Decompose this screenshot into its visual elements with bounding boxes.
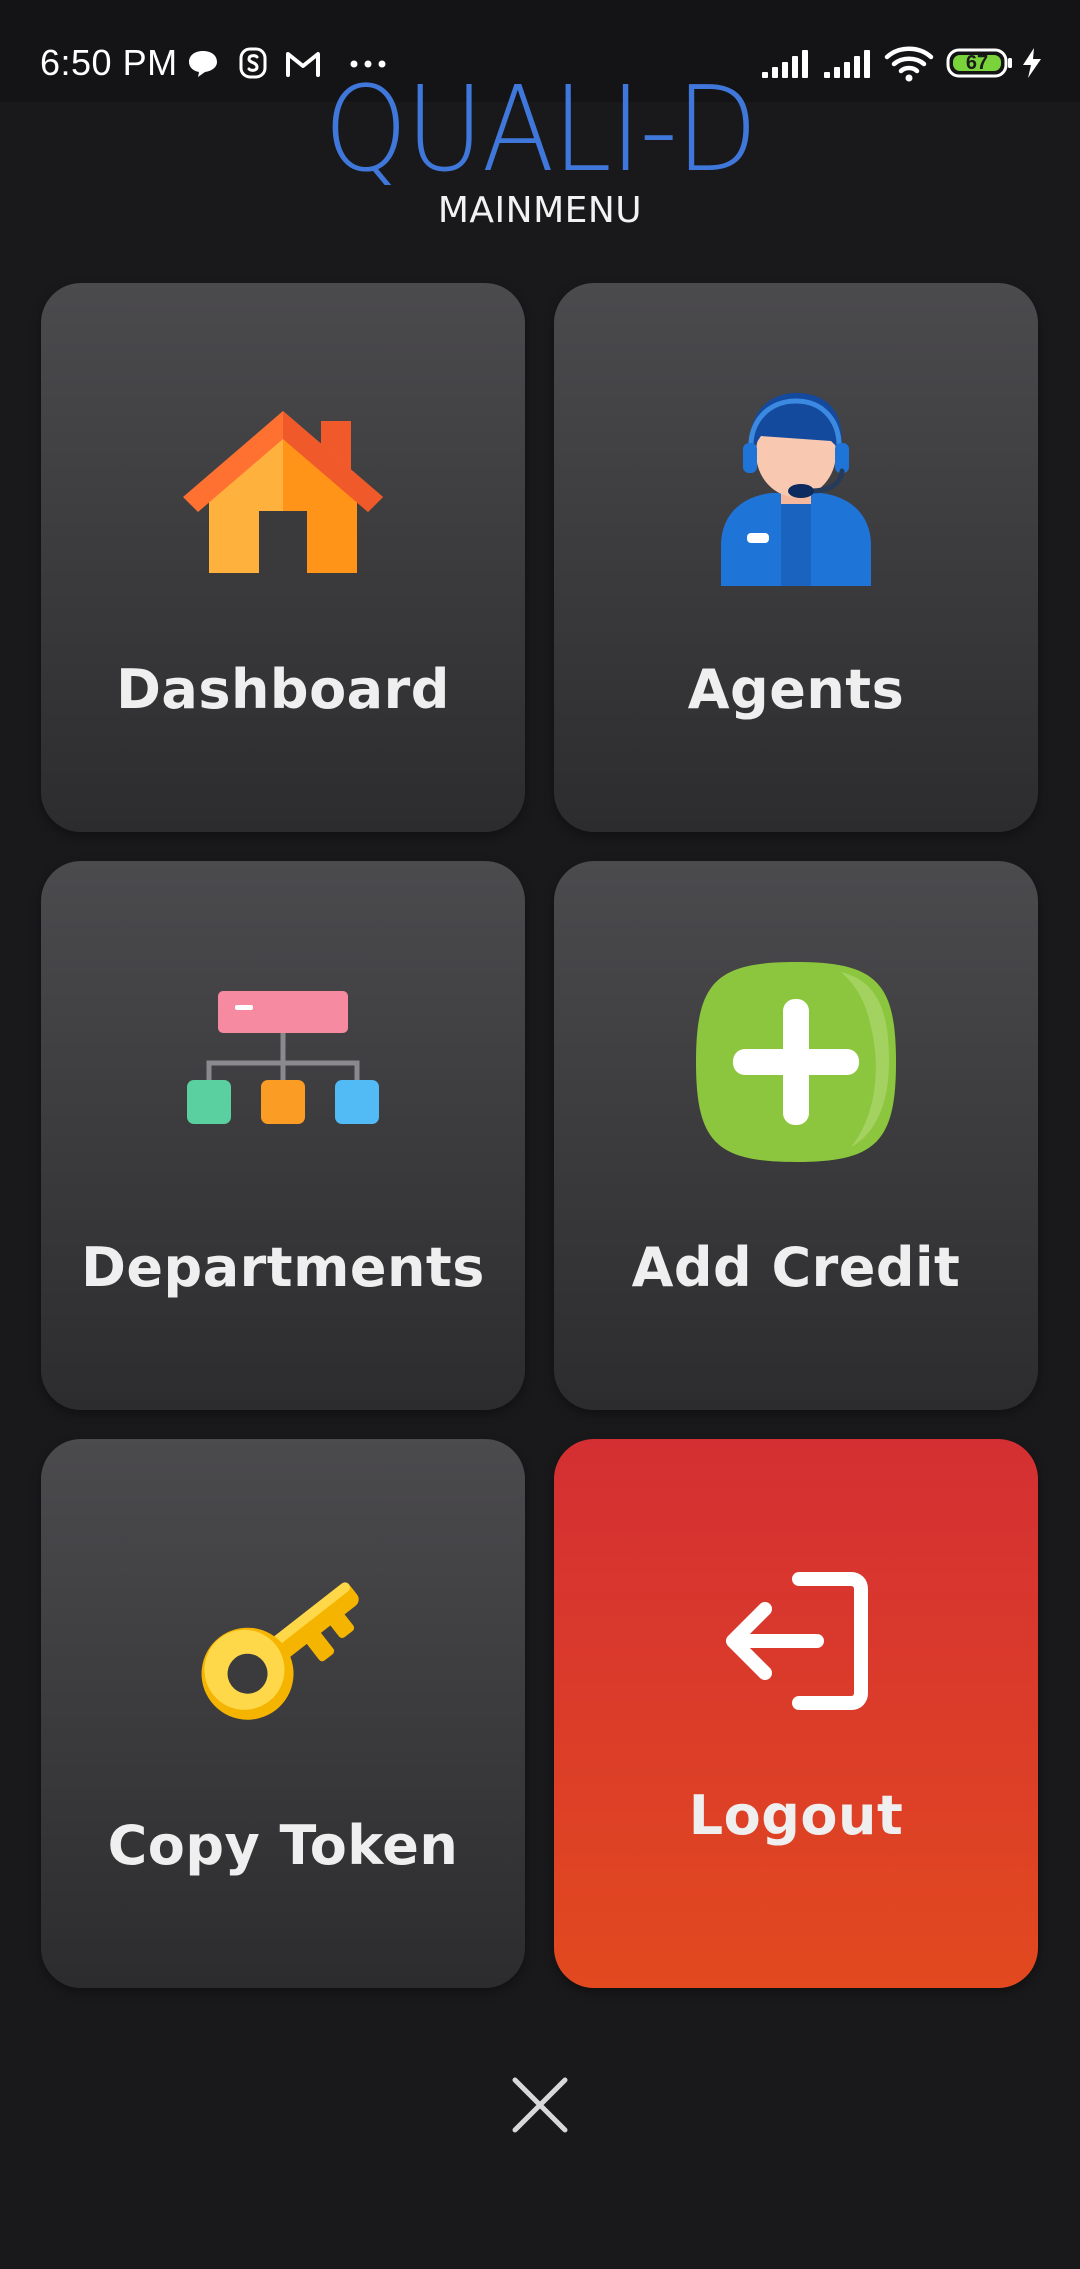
org-chart-icon <box>187 991 379 1124</box>
key-icon <box>201 1582 359 1720</box>
add-credit-tile[interactable]: Add Credit <box>554 861 1038 1410</box>
app-logo: QUALI-D <box>324 60 758 198</box>
support-agent-icon <box>721 393 871 586</box>
copy-token-tile[interactable]: Copy Token <box>41 1439 525 1988</box>
agents-label: Agents <box>687 658 905 721</box>
close-icon <box>512 2077 568 2133</box>
dashboard-tile[interactable]: Dashboard <box>41 283 525 832</box>
agents-tile[interactable]: Agents <box>554 283 1038 832</box>
house-icon <box>183 411 383 573</box>
departments-tile[interactable]: Departments <box>41 861 525 1410</box>
departments-label: Departments <box>81 1236 485 1299</box>
logout-label: Logout <box>688 1784 904 1847</box>
menu-subtitle: MAINMENU <box>437 190 643 231</box>
add-credit-label: Add Credit <box>631 1236 961 1299</box>
close-button[interactable] <box>510 2075 570 2135</box>
logout-tile[interactable]: Logout <box>554 1439 1038 1988</box>
dashboard-label: Dashboard <box>116 658 450 721</box>
plus-icon <box>696 962 896 1162</box>
logout-arrow-icon <box>726 1572 868 1710</box>
copy-token-label: Copy Token <box>107 1814 459 1877</box>
